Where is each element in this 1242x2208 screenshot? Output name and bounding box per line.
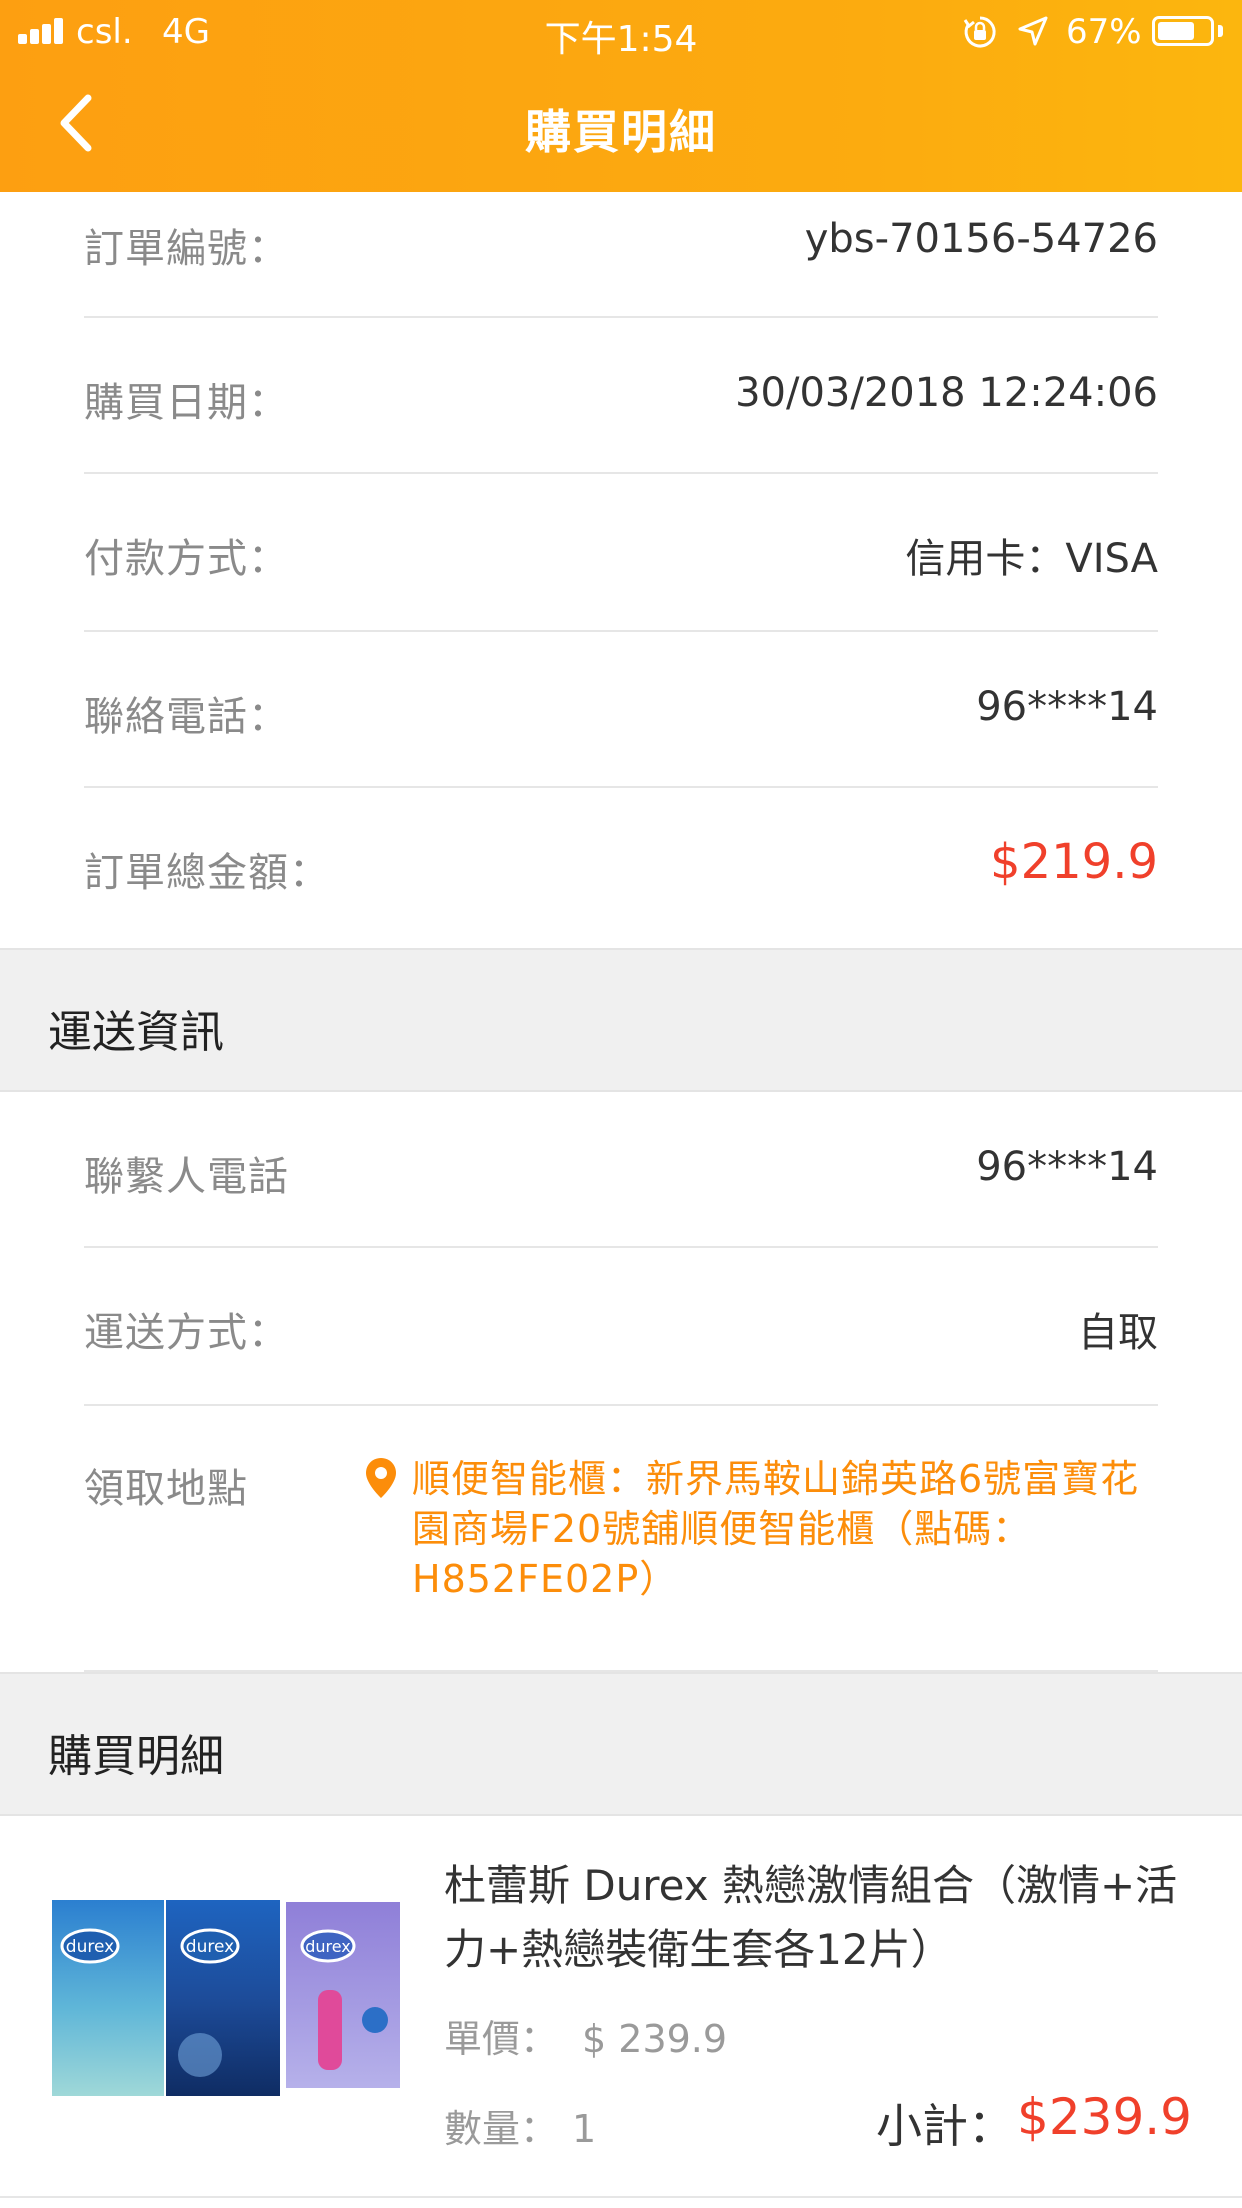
divider	[0, 2196, 1242, 2198]
order-total-label: 訂單總金額：	[84, 850, 330, 896]
svg-text:durex: durex	[186, 1937, 234, 1957]
shipping-method-row: 運送方式： 自取	[84, 1248, 1158, 1406]
product-image[interactable]: durex durex durex	[50, 1880, 410, 2104]
contact-phone-value: 96****14	[976, 684, 1158, 730]
order-number-label: 訂單編號：	[84, 226, 289, 272]
contact-phone-row: 聯絡電話： 96****14	[84, 632, 1158, 788]
order-number-value: ybs-70156-54726	[804, 216, 1158, 262]
page-title: 購買明細	[525, 105, 717, 159]
payment-method-row: 付款方式： 信用卡：VISA	[84, 474, 1158, 632]
purchase-date-row: 購買日期： 30/03/2018 12:24:06	[84, 318, 1158, 474]
payment-method-value: 信用卡：VISA	[905, 536, 1158, 582]
battery-icon	[1152, 16, 1214, 46]
shipping-contact-row: 聯繫人電話 96****14	[84, 1092, 1158, 1248]
app-header: csl. 4G 下午1:54 67% 購買明細	[0, 0, 1242, 192]
shipping-method-value: 自取	[1078, 1310, 1158, 1356]
orientation-lock-icon	[963, 16, 996, 48]
order-number-row: 訂單編號： ybs-70156-54726	[84, 192, 1158, 318]
unit-price: 單價： $ 239.9	[444, 2008, 727, 2063]
product-name[interactable]: 杜蕾斯 Durex 熱戀激情組合（激情+活力+熱戀裝衛生套各12片）	[444, 1854, 1204, 1982]
subtotal-value: $239.9	[1017, 2088, 1192, 2146]
shipping-contact-value: 96****14	[976, 1144, 1158, 1190]
shipping-method-label: 運送方式：	[84, 1310, 289, 1356]
svg-text:durex: durex	[66, 1937, 114, 1957]
shipping-section-title: 運送資訊	[48, 1007, 224, 1058]
battery-percentage: 67%	[1066, 12, 1142, 52]
purchase-date-label: 購買日期：	[84, 380, 289, 426]
location-icon	[1018, 16, 1048, 46]
unit-price-label: 單價：	[444, 2017, 559, 2061]
purchase-date-value: 30/03/2018 12:24:06	[735, 370, 1158, 416]
quantity: 數量： 1	[444, 2098, 596, 2153]
pickup-address: 順便智能櫃：新界馬鞍山錦英路6號富寶花園商場F20號舖順便智能櫃（點碼：H852…	[412, 1457, 1140, 1601]
svg-text:durex: durex	[305, 1937, 351, 1956]
order-total-row: 訂單總金額： $219.9	[84, 788, 1158, 948]
unit-price-value: $ 239.9	[582, 2017, 728, 2061]
payment-method-label: 付款方式：	[84, 536, 289, 582]
quantity-label: 數量：	[444, 2107, 559, 2151]
order-total-value: $219.9	[990, 834, 1158, 890]
subtotal-label: 小計：	[876, 2099, 1014, 2153]
quantity-value: 1	[572, 2107, 597, 2151]
purchase-section-title: 購買明細	[48, 1731, 224, 1782]
purchase-section-header: 購買明細	[0, 1672, 1242, 1816]
shipping-section-header: 運送資訊	[0, 948, 1242, 1092]
pickup-location-label: 領取地點	[84, 1466, 248, 1512]
location-pin-icon	[366, 1458, 396, 1498]
status-time: 下午1:54	[544, 19, 698, 60]
status-bar: csl. 4G 下午1:54 67%	[0, 0, 1242, 64]
contact-phone-label: 聯絡電話：	[84, 694, 289, 740]
shipping-contact-label: 聯繫人電話	[84, 1154, 289, 1200]
battery-tip	[1218, 25, 1223, 37]
